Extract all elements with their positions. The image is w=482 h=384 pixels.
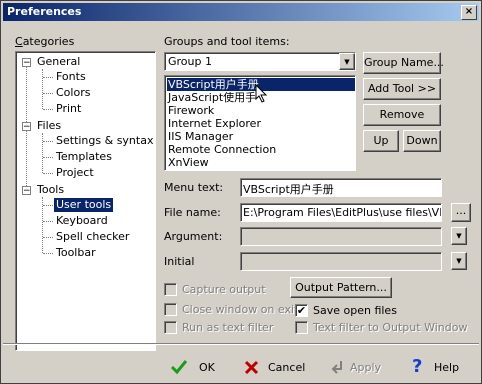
ok-button[interactable]: OK (161, 354, 223, 379)
x-cancel-icon (244, 360, 259, 375)
tree-guide (42, 69, 43, 109)
run-as-filter-checkbox[interactable] (164, 321, 177, 334)
menu-text-label: Menu text: (164, 181, 224, 194)
list-item[interactable]: Internet Explorer (167, 117, 262, 130)
close-icon[interactable]: × (461, 5, 477, 20)
title-bar: Preferences × (3, 3, 479, 21)
list-item[interactable]: IIS Manager (167, 130, 234, 143)
up-button[interactable]: Up (363, 130, 399, 152)
capture-output-checkbox[interactable] (164, 283, 177, 296)
argument-label: Argument: (164, 230, 223, 243)
group-select-value: Group 1 (168, 55, 212, 68)
file-name-label: File name: (164, 206, 221, 219)
footer-separator (3, 343, 479, 345)
tree-item-print[interactable]: Print (56, 102, 81, 116)
tree-item-spell-checker[interactable]: Spell checker (56, 230, 129, 244)
tree-guide (43, 141, 53, 142)
tool-items-list[interactable]: VBScript用户手册 JavaScript使用手 Firework Inte… (164, 75, 356, 171)
initial-label: Initial (164, 255, 195, 268)
tree-item-fonts[interactable]: Fonts (56, 70, 86, 84)
tree-item-general[interactable]: General (37, 55, 80, 69)
categories-label-text: ategories (22, 35, 75, 48)
menu-text-field[interactable]: VBScript用户手册 (240, 178, 442, 197)
help-button[interactable]: ? Help (403, 354, 465, 379)
tree-item-keyboard[interactable]: Keyboard (56, 214, 108, 228)
down-button[interactable]: Down (403, 130, 441, 152)
run-as-filter-label: Run as text filter (182, 321, 274, 334)
menu-text-value: VBScript用户手册 (243, 183, 334, 196)
tree-guide (43, 205, 53, 206)
tree-guide (43, 109, 53, 110)
close-window-checkbox[interactable] (164, 303, 177, 316)
initial-menu-chevron-icon[interactable]: ▼ (451, 252, 467, 270)
tree-item-user-tools[interactable]: User tools (54, 198, 114, 212)
cancel-label: Cancel (268, 361, 306, 374)
collapse-files-icon[interactable]: − (22, 122, 31, 132)
groups-label: Groups and tool items: (164, 35, 290, 48)
checkmark-icon (170, 360, 188, 375)
list-item[interactable]: Firework (167, 104, 215, 117)
tree-guide (43, 173, 53, 174)
tree-guide (43, 93, 53, 94)
file-name-field[interactable]: E:\Program Files\EditPlus\use files\VBSc… (240, 203, 442, 222)
mouse-pointer-icon (255, 84, 268, 103)
browse-button[interactable]: ... (451, 203, 471, 222)
capture-output-label: Capture output (182, 283, 266, 296)
tree-guide (42, 133, 43, 173)
preferences-window: Preferences × Categories − General Fonts… (0, 0, 482, 384)
tree-guide (43, 77, 53, 78)
help-question-icon: ? (412, 356, 423, 377)
close-window-label: Close window on exit (182, 303, 299, 316)
argument-field[interactable] (240, 227, 442, 246)
initial-field[interactable] (240, 252, 442, 271)
save-open-files-label: Save open files (313, 304, 397, 317)
categories-tree[interactable]: − General Fonts Colors Print − Files Set… (15, 51, 156, 351)
list-item[interactable]: XnView (167, 156, 210, 169)
chevron-down-icon[interactable]: ▼ (339, 53, 355, 70)
tree-guide (43, 157, 53, 158)
help-label: Help (434, 361, 460, 374)
save-open-files-checkbox[interactable]: ✔ (295, 304, 308, 317)
tree-item-project[interactable]: Project (56, 166, 94, 180)
tree-item-templates[interactable]: Templates (56, 150, 112, 164)
ok-label: OK (199, 361, 215, 374)
file-name-value: E:\Program Files\EditPlus\use files\VBSc… (243, 206, 441, 219)
text-filter-checkbox[interactable] (295, 321, 308, 334)
list-item[interactable]: JavaScript使用手 (167, 91, 257, 104)
group-name-button[interactable]: Group Name... (363, 52, 444, 74)
tree-guide (43, 237, 53, 238)
apply-button[interactable]: Apply (323, 354, 385, 379)
tree-guide (43, 253, 53, 254)
list-item[interactable]: Remote Connection (167, 143, 277, 156)
remove-button[interactable]: Remove (363, 104, 441, 126)
window-title: Preferences (7, 5, 82, 18)
output-pattern-button[interactable]: Output Pattern... (290, 277, 392, 298)
text-filter-label: Text filter to Output Window (313, 321, 468, 334)
cancel-button[interactable]: Cancel (235, 354, 307, 379)
argument-menu-chevron-icon[interactable]: ▼ (451, 227, 467, 245)
categories-label: Categories (15, 35, 75, 48)
tree-item-files[interactable]: Files (37, 119, 61, 133)
group-select[interactable]: Group 1 ▼ (164, 52, 356, 71)
add-tool-button[interactable]: Add Tool >> (363, 78, 441, 100)
tree-item-toolbar[interactable]: Toolbar (56, 246, 96, 260)
tree-guide (43, 221, 53, 222)
tree-item-tools[interactable]: Tools (37, 183, 64, 197)
apply-arrow-icon (331, 361, 342, 374)
tree-item-colors[interactable]: Colors (56, 86, 90, 100)
apply-label: Apply (350, 361, 382, 374)
collapse-general-icon[interactable]: − (22, 58, 31, 68)
collapse-tools-icon[interactable]: − (22, 186, 31, 196)
tree-item-settings-syntax[interactable]: Settings & syntax (56, 134, 153, 148)
